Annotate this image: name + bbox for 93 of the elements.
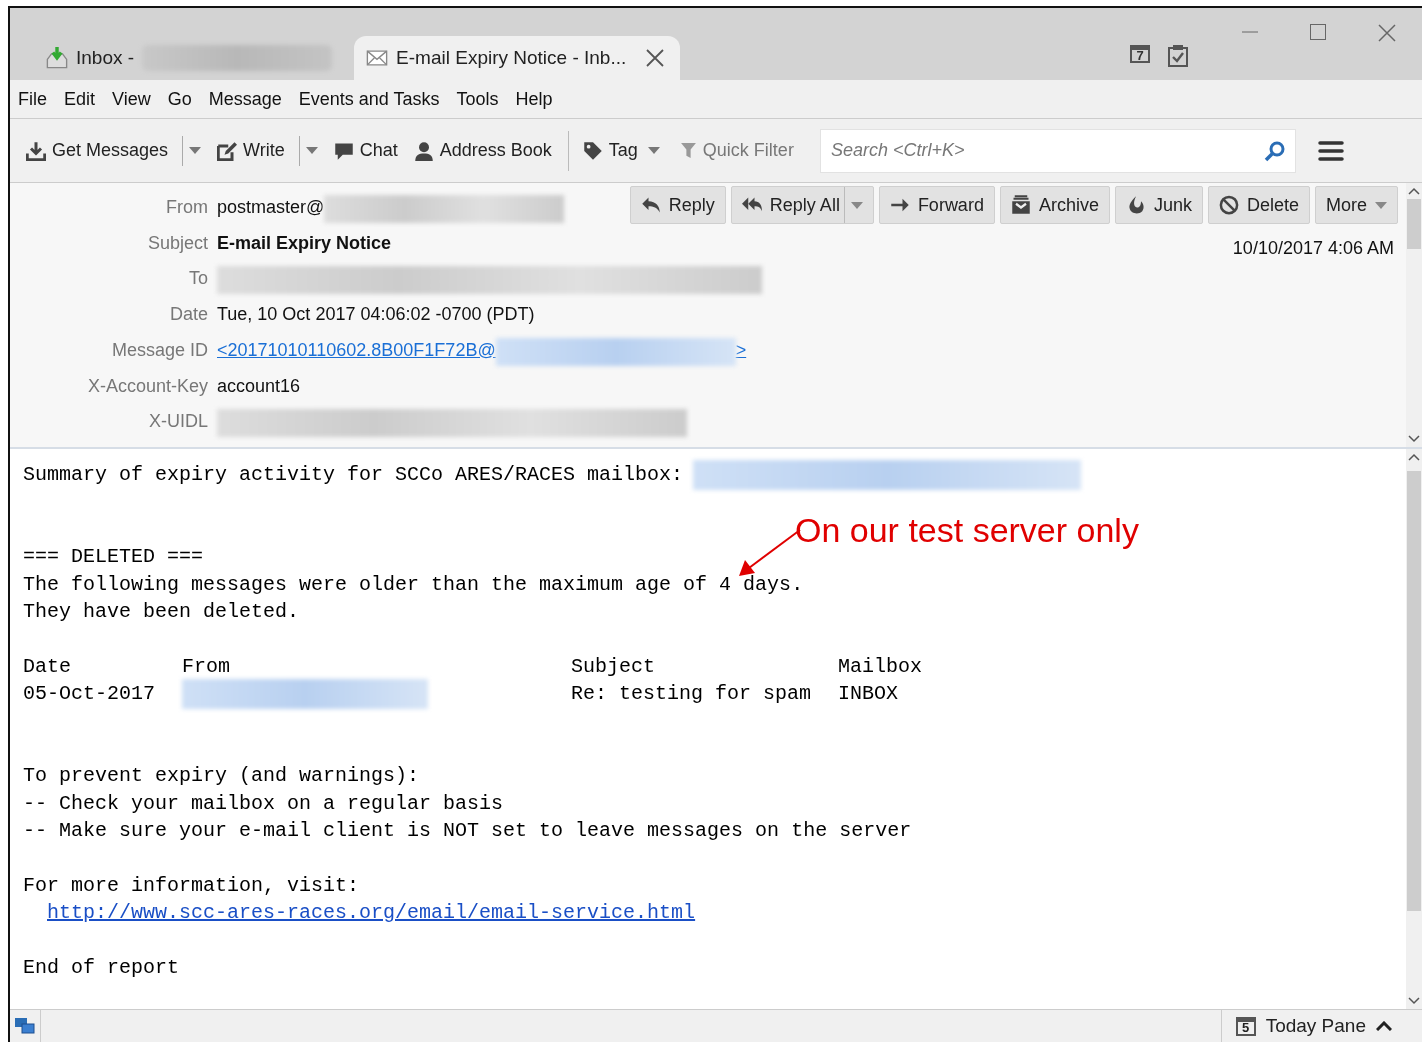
maximize-icon[interactable] xyxy=(1310,24,1326,40)
body-text: To prevent expiry (and warnings): xyxy=(23,763,420,790)
menu-item[interactable]: Message xyxy=(208,88,282,110)
scroll-up-icon[interactable] xyxy=(1408,187,1420,195)
person-icon xyxy=(413,140,434,161)
table-cell: Re: testing for spam xyxy=(571,682,812,706)
search-icon xyxy=(1263,139,1286,162)
header-label: X-Account-Key xyxy=(86,375,209,397)
scrollbar-thumb[interactable] xyxy=(1407,199,1421,249)
scroll-up-icon[interactable] xyxy=(1408,453,1420,461)
menu-item[interactable]: Go xyxy=(167,88,192,110)
annotation-text: On our test server only xyxy=(795,511,1139,550)
body-text: They have been deleted. xyxy=(23,598,300,625)
online-status-icon[interactable] xyxy=(14,1017,36,1035)
caret-icon xyxy=(850,201,863,209)
body-text: -- Make sure your e-mail client is NOT set to leave messages on the server xyxy=(23,818,912,845)
dropdown-arrow[interactable] xyxy=(647,147,660,154)
header-label: To xyxy=(188,268,209,290)
column-header: From xyxy=(182,654,230,678)
download-icon xyxy=(26,140,46,161)
close-icon[interactable] xyxy=(1378,24,1396,42)
header-value: account16 xyxy=(217,375,301,397)
web-link[interactable]: http://www.scc-ares-races.org/email/email-service.html xyxy=(47,899,696,927)
header-value: Tue, 10 Oct 2017 04:06:02 -0700 (PDT) xyxy=(217,304,535,326)
action-button[interactable]: More xyxy=(1315,186,1398,224)
body-text: For more information, visit: xyxy=(23,872,360,899)
close-icon[interactable] xyxy=(646,49,665,67)
column-header: Subject xyxy=(571,654,655,678)
task-checklist-icon[interactable] xyxy=(1168,45,1188,67)
caret-area[interactable] xyxy=(843,187,863,223)
received-date: 10/10/2017 4:06 AM xyxy=(1232,238,1394,259)
scroll-down-icon[interactable] xyxy=(1408,997,1420,1005)
action-button[interactable]: Forward xyxy=(878,186,995,224)
envelope-icon xyxy=(366,47,389,69)
scrollbar[interactable] xyxy=(1406,183,1422,447)
archive-box-icon xyxy=(1010,195,1031,215)
menu-item[interactable]: View xyxy=(112,88,151,110)
calendar-icon[interactable]: 7 xyxy=(1130,45,1150,63)
search-field[interactable]: Search <Ctrl+K> xyxy=(819,128,1296,173)
reply-arrow-icon xyxy=(640,195,661,215)
toolbar-button[interactable]: Address Book xyxy=(411,136,554,165)
dropdown-arrow[interactable] xyxy=(182,135,202,166)
tab[interactable]: Inbox - xyxy=(10,36,349,80)
header-label: Message ID xyxy=(110,339,209,361)
table-cell: INBOX xyxy=(838,682,898,706)
column-header: Mailbox xyxy=(838,654,922,678)
scrollbar-thumb[interactable] xyxy=(1407,471,1421,911)
menu-item[interactable]: Edit xyxy=(64,88,96,110)
menu-item[interactable]: Tools xyxy=(456,88,499,110)
menu-icon[interactable] xyxy=(1317,139,1344,162)
toolbar-button[interactable]: Get Messages xyxy=(24,136,171,165)
action-button[interactable]: Reply xyxy=(629,186,726,224)
pencil-icon xyxy=(217,140,238,161)
dropdown-arrow[interactable] xyxy=(298,135,318,166)
action-button[interactable]: Archive xyxy=(999,186,1110,224)
toolbar-button[interactable]: Write xyxy=(215,136,287,165)
header-label: Date xyxy=(168,304,209,326)
scrollbar[interactable] xyxy=(1406,449,1422,1009)
scroll-down-icon[interactable] xyxy=(1408,435,1420,443)
header-value: E-mail Expiry Notice xyxy=(217,232,392,254)
caret-icon xyxy=(305,147,318,154)
table-cell: 05-Oct-2017 xyxy=(23,682,156,706)
menu-item[interactable]: Help xyxy=(515,88,553,110)
prohibited-icon xyxy=(1218,195,1239,215)
tab[interactable]: E-mail Expiry Notice - Inb... xyxy=(354,36,681,80)
action-button[interactable]: Junk xyxy=(1114,186,1203,224)
funnel-icon xyxy=(679,142,697,159)
today-pane-button[interactable]: 5 Today Pane xyxy=(1220,1010,1422,1042)
menu-item[interactable]: Events and Tasks xyxy=(298,88,440,110)
toolbar-button[interactable]: Chat xyxy=(331,136,400,165)
caret-area[interactable] xyxy=(1375,201,1387,209)
body-text: Summary of expiry activity for SCCo ARES/RACES mailbox: xyxy=(23,462,684,488)
toolbar-button[interactable]: Tag xyxy=(580,136,640,165)
message-id-link[interactable]: <20171010110602.8B00F1F72B@ > xyxy=(217,339,747,366)
body-text: The following messages were older than the maximum age of 4 days. xyxy=(23,571,804,598)
calendar-icon: 5 xyxy=(1235,1016,1256,1036)
body-text: === DELETED === xyxy=(23,544,204,571)
menu-item[interactable]: File xyxy=(18,88,47,110)
body-text: -- Check your mailbox on a regular basis xyxy=(23,790,504,817)
action-button[interactable]: Delete xyxy=(1207,186,1310,224)
body-text: End of report xyxy=(23,955,180,982)
header-label: From xyxy=(165,197,209,218)
header-label: Subject xyxy=(146,232,209,254)
tag-icon xyxy=(582,140,603,161)
caret-icon xyxy=(647,147,660,154)
action-button[interactable]: Reply All xyxy=(730,186,874,224)
header-value: postmaster@ xyxy=(217,197,325,218)
header-label: X-UIDL xyxy=(148,411,209,433)
caret-icon xyxy=(189,147,202,154)
inbox-icon xyxy=(46,47,68,69)
column-header: Date xyxy=(23,654,71,678)
chevron-up-icon xyxy=(1376,1021,1392,1031)
caret-icon xyxy=(1375,201,1387,209)
